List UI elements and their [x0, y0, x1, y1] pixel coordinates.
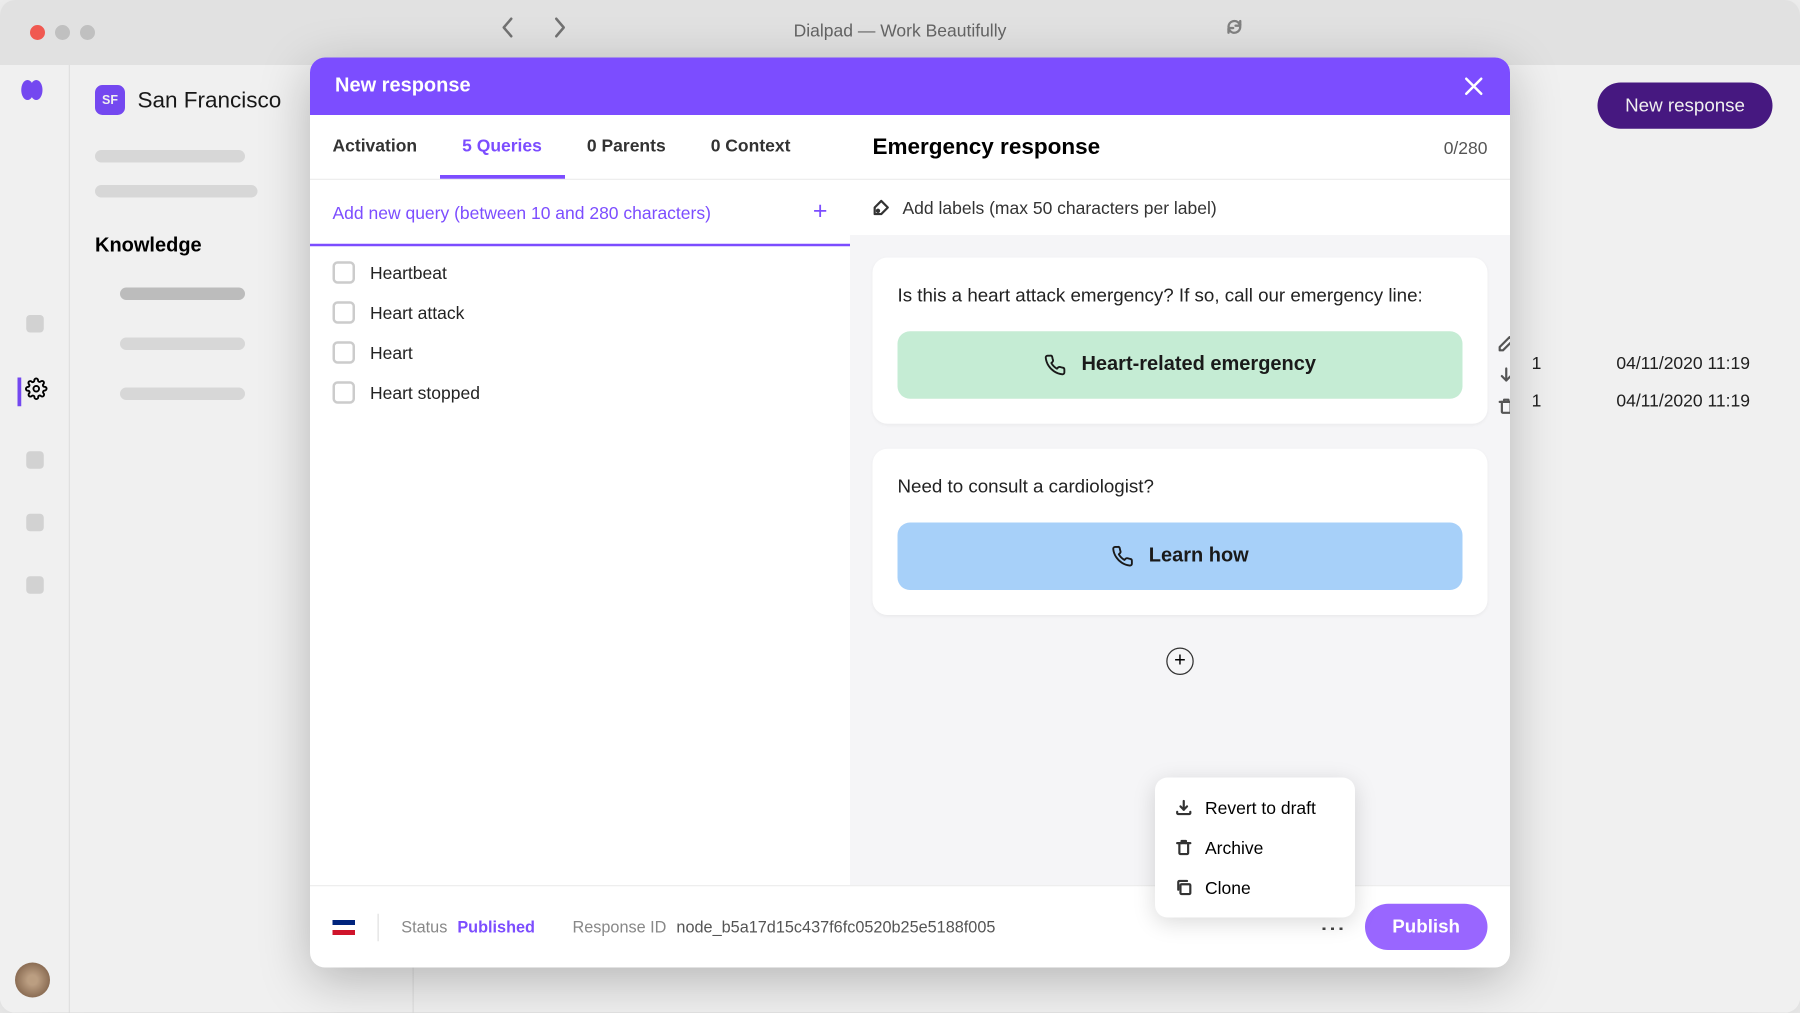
nav-back-icon[interactable]	[500, 16, 515, 45]
query-placeholder: Add new query (between 10 and 280 charac…	[333, 202, 711, 222]
avatar[interactable]	[15, 963, 50, 998]
response-id-value: node_b5a17d15c437f6fc0520b25e5188f005	[676, 918, 995, 937]
reload-icon[interactable]	[1225, 18, 1244, 43]
response-card[interactable]: Is this a heart attack emergency? If so,…	[873, 258, 1488, 424]
plus-icon[interactable]: +	[813, 198, 828, 227]
close-window-icon[interactable]	[30, 25, 45, 40]
rail-item[interactable]	[26, 451, 44, 469]
labels-input[interactable]: Add labels (max 50 characters per label)	[850, 180, 1510, 235]
table-row: 1 04/11/2020 11:19	[1532, 390, 1750, 410]
uk-flag-icon[interactable]	[333, 919, 356, 934]
phone-icon	[1111, 545, 1134, 568]
rail-item[interactable]	[26, 315, 44, 333]
nav-rail	[0, 65, 70, 1013]
checkbox	[333, 381, 356, 404]
phone-icon	[1044, 354, 1067, 377]
new-response-modal: New response Activation 5 Queries 0 Pare…	[310, 58, 1510, 968]
tab-queries[interactable]: 5 Queries	[440, 115, 565, 179]
rail-item[interactable]	[26, 576, 44, 594]
archive-item[interactable]: Archive	[1155, 828, 1355, 868]
checkbox[interactable]	[333, 301, 356, 324]
checkbox[interactable]	[333, 261, 356, 284]
arrow-down-icon[interactable]	[1498, 366, 1511, 390]
query-item[interactable]: Heart	[333, 341, 828, 364]
rail-item-settings[interactable]	[18, 378, 48, 407]
add-card-icon[interactable]: +	[1166, 648, 1194, 676]
dialpad-logo-icon[interactable]	[21, 80, 49, 100]
sidebar-skeleton	[95, 150, 245, 163]
minimize-window-icon[interactable]	[55, 25, 70, 40]
page-title: Dialpad — Work Beautifully	[794, 20, 1007, 40]
new-response-button[interactable]: New response	[1598, 83, 1773, 129]
publish-button[interactable]: Publish	[1365, 904, 1488, 950]
clone-item[interactable]: Clone	[1155, 868, 1355, 908]
copy-icon	[1175, 879, 1193, 897]
close-icon[interactable]	[1463, 75, 1486, 98]
window-titlebar: Dialpad — Work Beautifully	[0, 0, 1800, 60]
sidebar-skeleton	[120, 288, 245, 301]
sidebar-skeleton	[120, 388, 245, 401]
char-count: 0/280	[1444, 137, 1488, 157]
query-input[interactable]: Add new query (between 10 and 280 charac…	[310, 180, 850, 246]
tab-activation[interactable]: Activation	[310, 115, 440, 179]
status-value: Published	[457, 918, 535, 937]
query-item[interactable]: Heart attack	[333, 301, 828, 324]
response-card[interactable]: Need to consult a cardiologist? Learn ho…	[873, 449, 1488, 615]
nav-forward-icon[interactable]	[553, 16, 568, 45]
tag-icon	[873, 199, 891, 217]
app-window: Dialpad — Work Beautifully SF San Franci…	[0, 0, 1800, 1013]
status-label: Status	[401, 918, 447, 937]
download-icon	[1175, 799, 1193, 817]
card-action-button[interactable]: Heart-related emergency	[898, 331, 1463, 399]
maximize-window-icon[interactable]	[80, 25, 95, 40]
org-name: San Francisco	[138, 87, 282, 113]
card-text: Need to consult a cardiologist?	[898, 474, 1463, 500]
revert-to-draft-item[interactable]: Revert to draft	[1155, 788, 1355, 828]
response-title: Emergency response	[873, 134, 1101, 160]
sidebar-skeleton	[95, 185, 258, 198]
response-id-label: Response ID	[572, 918, 666, 937]
checkbox[interactable]	[333, 341, 356, 364]
org-badge: SF	[95, 85, 125, 115]
query-item[interactable]: Heart stopped	[333, 381, 828, 404]
tab-parents[interactable]: 0 Parents	[564, 115, 688, 179]
modal-title: New response	[335, 75, 471, 98]
trash-icon	[1175, 839, 1193, 857]
edit-icon[interactable]	[1498, 335, 1511, 359]
rail-item[interactable]	[26, 514, 44, 532]
tab-context[interactable]: 0 Context	[688, 115, 813, 179]
sidebar-skeleton	[120, 338, 245, 351]
card-tools	[1498, 335, 1511, 421]
context-menu: Revert to draft Archive Clone	[1155, 778, 1355, 918]
query-item[interactable]: Heartbeat	[333, 261, 828, 284]
table-row: 1 04/11/2020 11:19	[1532, 353, 1750, 373]
more-options-icon[interactable]: ⋮	[1317, 916, 1347, 939]
traffic-lights	[30, 25, 95, 40]
card-action-button[interactable]: Learn how	[898, 523, 1463, 591]
query-list: Heartbeat Heart attack Heart Heart stopp…	[310, 246, 850, 419]
trash-icon[interactable]	[1498, 398, 1511, 422]
card-text: Is this a heart attack emergency? If so,…	[898, 283, 1463, 309]
